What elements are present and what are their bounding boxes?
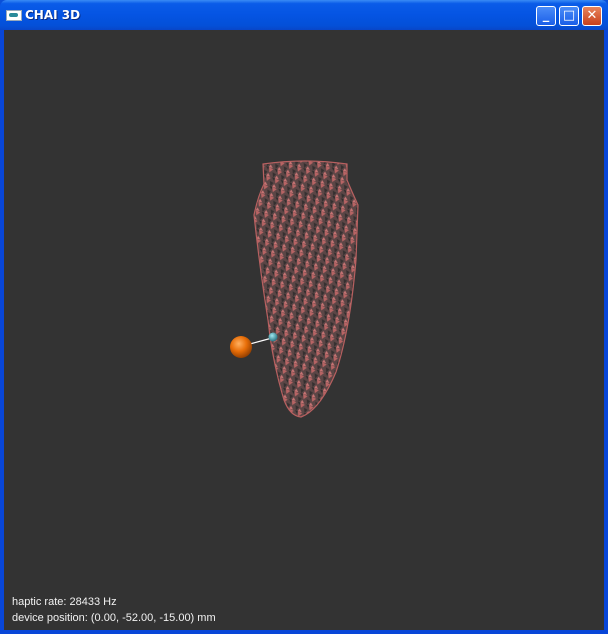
title-bar[interactable]: CHAI 3D _ □ ✕ (0, 0, 608, 30)
device-position-label: device position: (0.00, -52.00, -15.00) … (12, 612, 216, 624)
3d-viewport[interactable]: haptic rate: 28433 Hz device position: (… (4, 30, 604, 630)
minimize-icon: _ (542, 8, 550, 23)
haptic-rate-label: haptic rate: 28433 Hz (12, 596, 117, 608)
close-button[interactable]: ✕ (582, 6, 602, 26)
window-title: CHAI 3D (25, 8, 81, 22)
haptic-tool-sphere[interactable] (230, 336, 252, 358)
scene-canvas[interactable] (4, 30, 604, 630)
maximize-button[interactable]: □ (559, 6, 579, 26)
maximize-icon: □ (562, 8, 576, 23)
proxy-sphere (268, 332, 278, 342)
chai3d-app-icon[interactable] (6, 10, 22, 21)
minimize-button[interactable]: _ (536, 6, 556, 26)
app-window: CHAI 3D _ □ ✕ haptic rate: 28433 Hz devi… (0, 0, 608, 634)
tooth-mesh (253, 160, 359, 418)
close-icon: ✕ (586, 8, 598, 23)
